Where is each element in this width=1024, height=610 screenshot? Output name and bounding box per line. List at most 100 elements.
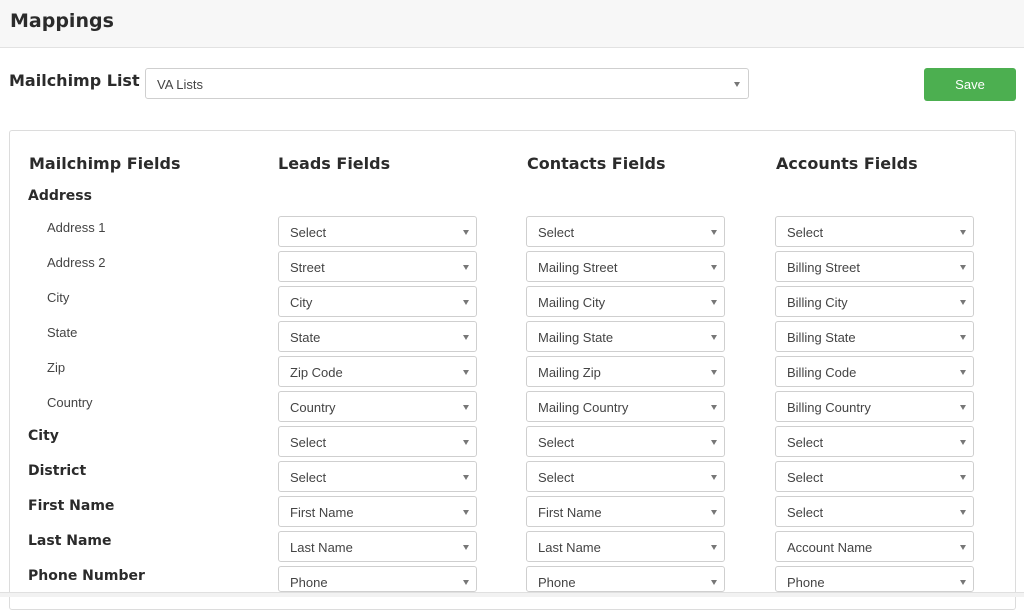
- contact-field-select[interactable]: Select: [526, 461, 725, 492]
- select-value: First Name: [290, 505, 354, 520]
- lead-field-select[interactable]: Zip Code: [278, 356, 477, 387]
- chevron-down-icon: [960, 265, 966, 270]
- contact-field-select[interactable]: Phone: [526, 566, 725, 592]
- top-bar: Mappings: [0, 0, 1024, 48]
- select-value: State: [290, 330, 321, 345]
- contact-field-select[interactable]: Mailing State: [526, 321, 725, 352]
- chevron-down-icon: [711, 370, 717, 375]
- field-label: Address 1: [47, 220, 106, 235]
- select-value: Country: [290, 400, 336, 415]
- select-value: Last Name: [538, 540, 601, 555]
- account-field-select[interactable]: Billing Country: [775, 391, 974, 422]
- page-title: Mappings: [10, 10, 114, 32]
- select-value: Select: [538, 435, 575, 450]
- contact-field-select[interactable]: Mailing City: [526, 286, 725, 317]
- contacts-fields-header: Contacts Fields: [527, 154, 666, 173]
- mailchimp-list-select[interactable]: VA Lists: [145, 68, 749, 99]
- select-value: Select: [787, 225, 824, 240]
- select-value: Select: [290, 225, 327, 240]
- account-field-select[interactable]: Billing Code: [775, 356, 974, 387]
- chevron-down-icon: [960, 510, 966, 515]
- chevron-down-icon: [463, 300, 469, 305]
- select-value: Mailing Street: [538, 260, 618, 275]
- chevron-down-icon: [711, 300, 717, 305]
- contact-field-select[interactable]: Mailing Zip: [526, 356, 725, 387]
- mailchimp-fields-header: Mailchimp Fields: [29, 154, 181, 173]
- chevron-down-icon: [463, 475, 469, 480]
- lead-field-select[interactable]: Last Name: [278, 531, 477, 562]
- lead-field-select[interactable]: City: [278, 286, 477, 317]
- contact-field-select[interactable]: Last Name: [526, 531, 725, 562]
- chevron-down-icon: [463, 230, 469, 235]
- select-value: Phone: [787, 575, 825, 590]
- chevron-down-icon: [463, 510, 469, 515]
- select-value: Select: [787, 505, 824, 520]
- lead-field-select[interactable]: State: [278, 321, 477, 352]
- chevron-down-icon: [711, 335, 717, 340]
- chevron-down-icon: [960, 230, 966, 235]
- account-field-select[interactable]: Select: [775, 426, 974, 457]
- chevron-down-icon: [734, 82, 740, 87]
- select-value: Billing City: [787, 295, 848, 310]
- chevron-down-icon: [463, 370, 469, 375]
- field-label: State: [47, 325, 78, 340]
- account-field-select[interactable]: Phone: [775, 566, 974, 592]
- field-label: Phone Number: [28, 568, 145, 584]
- horizontal-scrollbar[interactable]: [0, 592, 1024, 597]
- chevron-down-icon: [711, 440, 717, 445]
- select-value: Last Name: [290, 540, 353, 555]
- contact-field-select[interactable]: Select: [526, 426, 725, 457]
- chevron-down-icon: [711, 475, 717, 480]
- select-value: Mailing Zip: [538, 365, 601, 380]
- select-value: Select: [787, 435, 824, 450]
- save-button[interactable]: Save: [924, 68, 1016, 101]
- contact-field-select[interactable]: First Name: [526, 496, 725, 527]
- account-field-select[interactable]: Billing State: [775, 321, 974, 352]
- select-value: Billing Street: [787, 260, 860, 275]
- chevron-down-icon: [463, 545, 469, 550]
- select-value: First Name: [538, 505, 602, 520]
- select-value: Phone: [538, 575, 576, 590]
- field-label: District: [28, 463, 87, 479]
- chevron-down-icon: [463, 265, 469, 270]
- select-value: Mailing State: [538, 330, 614, 345]
- field-label: City: [28, 428, 59, 444]
- chevron-down-icon: [711, 230, 717, 235]
- chevron-down-icon: [960, 405, 966, 410]
- contact-field-select[interactable]: Select: [526, 216, 725, 247]
- mailchimp-list-label: Mailchimp List: [9, 71, 140, 90]
- chevron-down-icon: [960, 300, 966, 305]
- lead-field-select[interactable]: Street: [278, 251, 477, 282]
- chevron-down-icon: [960, 370, 966, 375]
- chevron-down-icon: [711, 405, 717, 410]
- select-value: Zip Code: [290, 365, 343, 380]
- lead-field-select[interactable]: Country: [278, 391, 477, 422]
- chevron-down-icon: [463, 405, 469, 410]
- select-value: Mailing Country: [538, 400, 629, 415]
- select-value: Street: [290, 260, 325, 275]
- lead-field-select[interactable]: First Name: [278, 496, 477, 527]
- chevron-down-icon: [463, 580, 469, 585]
- field-label: Country: [47, 395, 93, 410]
- chevron-down-icon: [960, 545, 966, 550]
- select-value: Mailing City: [538, 295, 606, 310]
- contact-field-select[interactable]: Mailing Country: [526, 391, 725, 422]
- select-value: Select: [290, 470, 327, 485]
- account-field-select[interactable]: Select: [775, 496, 974, 527]
- account-field-select[interactable]: Billing City: [775, 286, 974, 317]
- lead-field-select[interactable]: Select: [278, 216, 477, 247]
- field-label: First Name: [28, 498, 115, 514]
- account-field-select[interactable]: Billing Street: [775, 251, 974, 282]
- chevron-down-icon: [960, 475, 966, 480]
- contact-field-select[interactable]: Mailing Street: [526, 251, 725, 282]
- account-field-select[interactable]: Account Name: [775, 531, 974, 562]
- select-value: Select: [538, 470, 575, 485]
- account-field-select[interactable]: Select: [775, 461, 974, 492]
- select-value: City: [290, 295, 313, 310]
- lead-field-select[interactable]: Select: [278, 426, 477, 457]
- lead-field-select[interactable]: Phone: [278, 566, 477, 592]
- address-group-label: Address: [28, 188, 92, 204]
- lead-field-select[interactable]: Select: [278, 461, 477, 492]
- account-field-select[interactable]: Select: [775, 216, 974, 247]
- select-value: Select: [787, 470, 824, 485]
